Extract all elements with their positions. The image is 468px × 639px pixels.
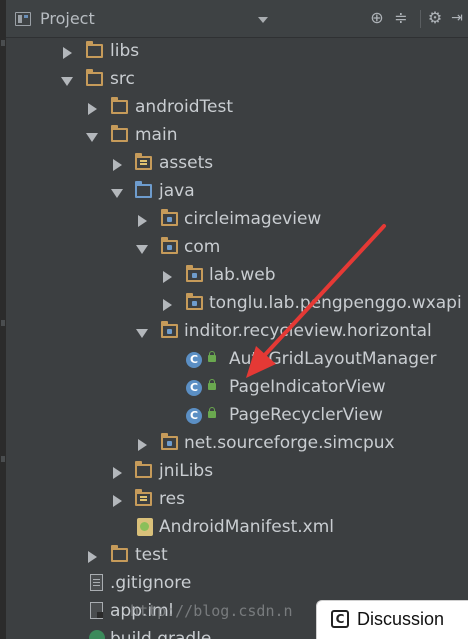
folder-icon — [86, 69, 103, 86]
expand-arrow-icon[interactable] — [138, 215, 147, 227]
tree-row-libs[interactable]: libs — [6, 38, 468, 66]
tree-item-label: lab.web — [209, 265, 276, 285]
xml-file-icon — [137, 518, 153, 536]
collapse-arrow-icon[interactable] — [136, 329, 148, 338]
tree-row-jnilibs[interactable]: jniLibs — [6, 458, 468, 486]
tree-row-assets[interactable]: assets — [6, 150, 468, 178]
expand-arrow-icon[interactable] — [113, 467, 122, 479]
tree-item-label: libs — [110, 41, 140, 61]
expand-arrow-icon[interactable] — [163, 271, 172, 283]
expand-arrow-icon[interactable] — [163, 299, 172, 311]
tree-row-pagerecyclerview[interactable]: C PageRecyclerView — [6, 402, 468, 430]
panel-title[interactable]: Project — [40, 9, 95, 28]
tree-item-label: jniLibs — [159, 461, 214, 481]
package-icon — [186, 293, 203, 310]
resources-folder-icon — [135, 489, 152, 506]
expand-arrow-icon[interactable] — [138, 439, 147, 451]
project-tree: libs src androidTest main assets java ci… — [6, 38, 468, 639]
expand-arrow-icon[interactable] — [63, 47, 72, 59]
collapse-arrow-icon[interactable] — [111, 189, 123, 198]
tree-row-test[interactable]: test — [6, 542, 468, 570]
discussion-icon: C — [331, 610, 349, 628]
class-icon: C — [186, 352, 202, 368]
iml-file-icon — [90, 602, 103, 619]
expand-arrow-icon[interactable] — [113, 159, 122, 171]
package-icon — [186, 265, 203, 282]
expand-arrow-icon[interactable] — [88, 103, 97, 115]
lock-icon — [208, 351, 216, 362]
tree-item-label: com — [184, 237, 221, 257]
source-folder-icon — [135, 181, 152, 198]
tree-item-label: test — [135, 545, 168, 565]
collapse-arrow-icon[interactable] — [136, 245, 148, 254]
folder-icon — [111, 125, 128, 142]
tree-row-androidmanifest[interactable]: AndroidManifest.xml — [6, 514, 468, 542]
collapse-arrow-icon[interactable] — [61, 77, 73, 86]
tree-row-horizontal[interactable]: inditor.recycleview.horizontal — [6, 318, 468, 346]
tree-item-label: inditor.recycleview.horizontal — [184, 321, 432, 341]
folder-icon — [111, 97, 128, 114]
project-view-icon — [15, 12, 31, 26]
tree-item-label: assets — [159, 153, 214, 173]
tree-row-main[interactable]: main — [6, 122, 468, 150]
tree-item-label: PageIndicatorView — [229, 377, 386, 397]
tree-item-label: .gitignore — [110, 573, 192, 593]
gradle-icon — [89, 630, 105, 639]
package-icon — [161, 321, 178, 338]
tree-row-circleimageview[interactable]: circleimageview — [6, 206, 468, 234]
folder-icon — [86, 41, 103, 58]
collapse-all-icon[interactable]: ≑ — [392, 9, 410, 27]
hide-panel-icon[interactable]: ⇥ — [448, 9, 466, 27]
tree-item-label: res — [159, 489, 185, 509]
tree-row-autogridlayoutmanager[interactable]: C AutoGridLayoutManager — [6, 346, 468, 374]
tree-item-label: src — [110, 69, 135, 89]
tree-item-label: AutoGridLayoutManager — [229, 349, 437, 369]
tree-row-wxapi[interactable]: tonglu.lab.pengpenggo.wxapi — [6, 290, 468, 318]
tree-item-label: AndroidManifest.xml — [159, 517, 335, 537]
expand-arrow-icon[interactable] — [88, 551, 97, 563]
toolbar-divider — [420, 10, 421, 28]
tree-item-label: net.sourceforge.simcpux — [184, 433, 395, 453]
tree-row-androidtest[interactable]: androidTest — [6, 94, 468, 122]
tree-item-label: PageRecyclerView — [229, 405, 383, 425]
project-window: Project ⊕ ≑ ⚙ ⇥ libs src androidTest mai… — [0, 0, 468, 639]
watermark: http://blog.csdn.n — [130, 602, 293, 620]
expand-arrow-icon[interactable] — [113, 495, 122, 507]
gear-icon[interactable]: ⚙ — [426, 9, 444, 27]
tree-item-label: tonglu.lab.pengpenggo.wxapi — [209, 293, 462, 313]
tree-item-label: build.gradle — [110, 629, 212, 639]
assets-folder-icon — [135, 153, 152, 170]
project-panel-header: Project ⊕ ≑ ⚙ ⇥ — [6, 0, 468, 38]
tree-item-label: androidTest — [135, 97, 233, 117]
tree-item-label: main — [135, 125, 178, 145]
class-icon: C — [186, 380, 202, 396]
lock-icon — [208, 379, 216, 390]
tree-item-label: java — [159, 181, 195, 201]
strip-marker — [1, 456, 5, 462]
strip-marker — [1, 320, 5, 326]
strip-marker — [1, 40, 5, 46]
discussion-label: Discussion — [357, 609, 445, 629]
tree-row-src[interactable]: src — [6, 66, 468, 94]
locate-icon[interactable]: ⊕ — [368, 9, 386, 27]
tree-row-gitignore[interactable]: .gitignore — [6, 570, 468, 598]
tree-row-pageindicatorview[interactable]: C PageIndicatorView — [6, 374, 468, 402]
lock-icon — [208, 407, 216, 418]
tree-row-com[interactable]: com — [6, 234, 468, 262]
discussion-button[interactable]: C Discussion — [316, 600, 468, 639]
text-file-icon — [90, 574, 103, 591]
tree-row-simcpux[interactable]: net.sourceforge.simcpux — [6, 430, 468, 458]
tree-item-label: circleimageview — [184, 209, 322, 229]
chevron-down-icon[interactable] — [258, 17, 268, 23]
collapse-arrow-icon[interactable] — [86, 133, 98, 142]
tree-row-res[interactable]: res — [6, 486, 468, 514]
package-icon — [161, 209, 178, 226]
package-icon — [161, 433, 178, 450]
folder-icon — [135, 461, 152, 478]
tree-row-lab-web[interactable]: lab.web — [6, 262, 468, 290]
class-icon: C — [186, 408, 202, 424]
tree-row-java[interactable]: java — [6, 178, 468, 206]
package-icon — [161, 237, 178, 254]
folder-icon — [111, 545, 128, 562]
